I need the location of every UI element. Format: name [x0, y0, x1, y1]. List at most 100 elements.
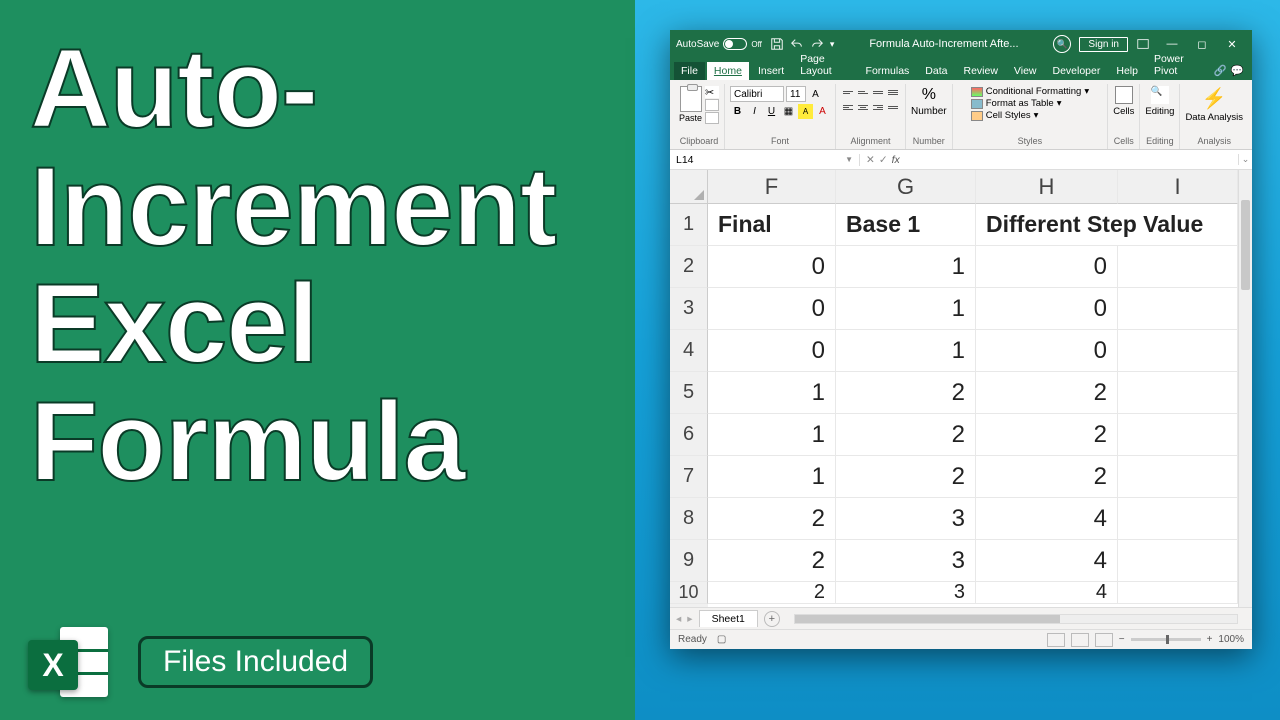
- formula-input[interactable]: [906, 154, 1238, 166]
- cell[interactable]: 0: [708, 330, 836, 372]
- cell[interactable]: 2: [708, 498, 836, 540]
- tab-page-layout[interactable]: Page Layout: [793, 50, 856, 80]
- row-header[interactable]: 4: [670, 330, 708, 372]
- autosave-toggle[interactable]: AutoSave Off: [676, 38, 762, 50]
- cell[interactable]: 1: [836, 288, 976, 330]
- zoom-out-button[interactable]: −: [1119, 634, 1125, 645]
- row-header[interactable]: 5: [670, 372, 708, 414]
- cell[interactable]: 1: [836, 246, 976, 288]
- sheet-nav-prev-icon[interactable]: ◂: [676, 613, 681, 625]
- zoom-level[interactable]: 100%: [1218, 634, 1244, 645]
- align-left-icon[interactable]: [841, 101, 855, 114]
- search-icon[interactable]: 🔍: [1053, 35, 1071, 53]
- ribbon-display-icon[interactable]: [1136, 37, 1150, 51]
- save-icon[interactable]: [770, 37, 784, 51]
- tab-help[interactable]: Help: [1109, 62, 1145, 80]
- col-header-h[interactable]: H: [976, 170, 1118, 204]
- row-header[interactable]: 1: [670, 204, 708, 246]
- vertical-scrollbar[interactable]: [1238, 170, 1252, 607]
- cell[interactable]: 1: [836, 330, 976, 372]
- cell[interactable]: 2: [836, 456, 976, 498]
- cell[interactable]: 1: [708, 456, 836, 498]
- page-break-view-icon[interactable]: [1095, 633, 1113, 647]
- border-button[interactable]: ▦: [781, 104, 796, 119]
- row-header[interactable]: 2: [670, 246, 708, 288]
- tab-power-pivot[interactable]: Power Pivot: [1147, 50, 1208, 80]
- cell[interactable]: Base 1: [836, 204, 976, 246]
- col-header-i[interactable]: I: [1118, 170, 1238, 204]
- merge-icon[interactable]: [886, 101, 900, 114]
- cell[interactable]: 2: [976, 372, 1118, 414]
- macro-record-icon[interactable]: ▢: [717, 634, 726, 645]
- cell[interactable]: [1118, 372, 1238, 414]
- italic-button[interactable]: I: [747, 104, 762, 119]
- tab-home[interactable]: Home: [707, 62, 749, 80]
- number-dropdown[interactable]: Number: [911, 106, 947, 117]
- cell[interactable]: [1118, 456, 1238, 498]
- close-button[interactable]: ✕: [1218, 34, 1246, 54]
- cancel-icon[interactable]: ✕: [866, 154, 875, 166]
- undo-icon[interactable]: [790, 37, 804, 51]
- cell[interactable]: Final: [708, 204, 836, 246]
- row-header[interactable]: 7: [670, 456, 708, 498]
- align-center-icon[interactable]: [856, 101, 870, 114]
- sheet-tab[interactable]: Sheet1: [699, 610, 758, 627]
- col-header-g[interactable]: G: [836, 170, 976, 204]
- horizontal-scrollbar[interactable]: [794, 614, 1238, 624]
- cell[interactable]: 1: [708, 372, 836, 414]
- font-color-button[interactable]: A: [815, 104, 830, 119]
- tab-file[interactable]: File: [674, 62, 705, 80]
- tab-insert[interactable]: Insert: [751, 62, 791, 80]
- copy-icon[interactable]: [705, 99, 719, 111]
- spreadsheet-grid[interactable]: 1 2 3 4 5 6 7 8 9 10 F G H I Final Base …: [670, 170, 1252, 607]
- cell[interactable]: 3: [836, 540, 976, 582]
- comments-icon[interactable]: 💬: [1231, 64, 1244, 77]
- align-top-icon[interactable]: [841, 86, 855, 99]
- cell[interactable]: 2: [708, 540, 836, 582]
- row-header[interactable]: 9: [670, 540, 708, 582]
- fx-icon[interactable]: fx: [892, 154, 900, 166]
- redo-icon[interactable]: [810, 37, 824, 51]
- cell[interactable]: 2: [976, 414, 1118, 456]
- align-middle-icon[interactable]: [856, 86, 870, 99]
- cell[interactable]: 4: [976, 498, 1118, 540]
- cell[interactable]: 0: [976, 330, 1118, 372]
- cell[interactable]: [1118, 498, 1238, 540]
- share-icon[interactable]: 🔗: [1214, 64, 1227, 77]
- tab-developer[interactable]: Developer: [1046, 62, 1108, 80]
- paste-button[interactable]: Paste: [679, 86, 702, 123]
- zoom-in-button[interactable]: +: [1207, 634, 1213, 645]
- font-name-select[interactable]: Calibri: [730, 86, 784, 102]
- align-right-icon[interactable]: [871, 101, 885, 114]
- data-analysis-button[interactable]: ⚡ Data Analysis: [1185, 86, 1243, 123]
- cell[interactable]: 0: [976, 288, 1118, 330]
- enter-icon[interactable]: ✓: [879, 154, 888, 166]
- cell[interactable]: 0: [708, 288, 836, 330]
- tab-data[interactable]: Data: [918, 62, 954, 80]
- cell[interactable]: [1118, 288, 1238, 330]
- cut-icon[interactable]: ✂: [705, 86, 719, 98]
- toggle-off-icon[interactable]: [723, 38, 747, 50]
- increase-font-icon[interactable]: A: [808, 87, 823, 102]
- cell[interactable]: [1118, 582, 1238, 604]
- page-layout-view-icon[interactable]: [1071, 633, 1089, 647]
- cells-button[interactable]: Cells: [1113, 86, 1134, 117]
- row-header[interactable]: 6: [670, 414, 708, 456]
- cell[interactable]: 4: [976, 582, 1118, 604]
- tab-formulas[interactable]: Formulas: [859, 62, 917, 80]
- normal-view-icon[interactable]: [1047, 633, 1065, 647]
- cell[interactable]: Different Step Value: [976, 204, 1238, 246]
- cell[interactable]: [1118, 330, 1238, 372]
- col-header-f[interactable]: F: [708, 170, 836, 204]
- bold-button[interactable]: B: [730, 104, 745, 119]
- conditional-formatting-button[interactable]: Conditional Formatting ▾: [971, 86, 1089, 97]
- cell[interactable]: 2: [976, 456, 1118, 498]
- editing-button[interactable]: 🔍 Editing: [1145, 86, 1174, 117]
- cell[interactable]: 2: [836, 372, 976, 414]
- cell[interactable]: 0: [976, 246, 1118, 288]
- cell[interactable]: 4: [976, 540, 1118, 582]
- cell[interactable]: 3: [836, 498, 976, 540]
- cell-styles-button[interactable]: Cell Styles ▾: [971, 110, 1039, 121]
- percent-icon[interactable]: %: [922, 86, 936, 104]
- align-bottom-icon[interactable]: [871, 86, 885, 99]
